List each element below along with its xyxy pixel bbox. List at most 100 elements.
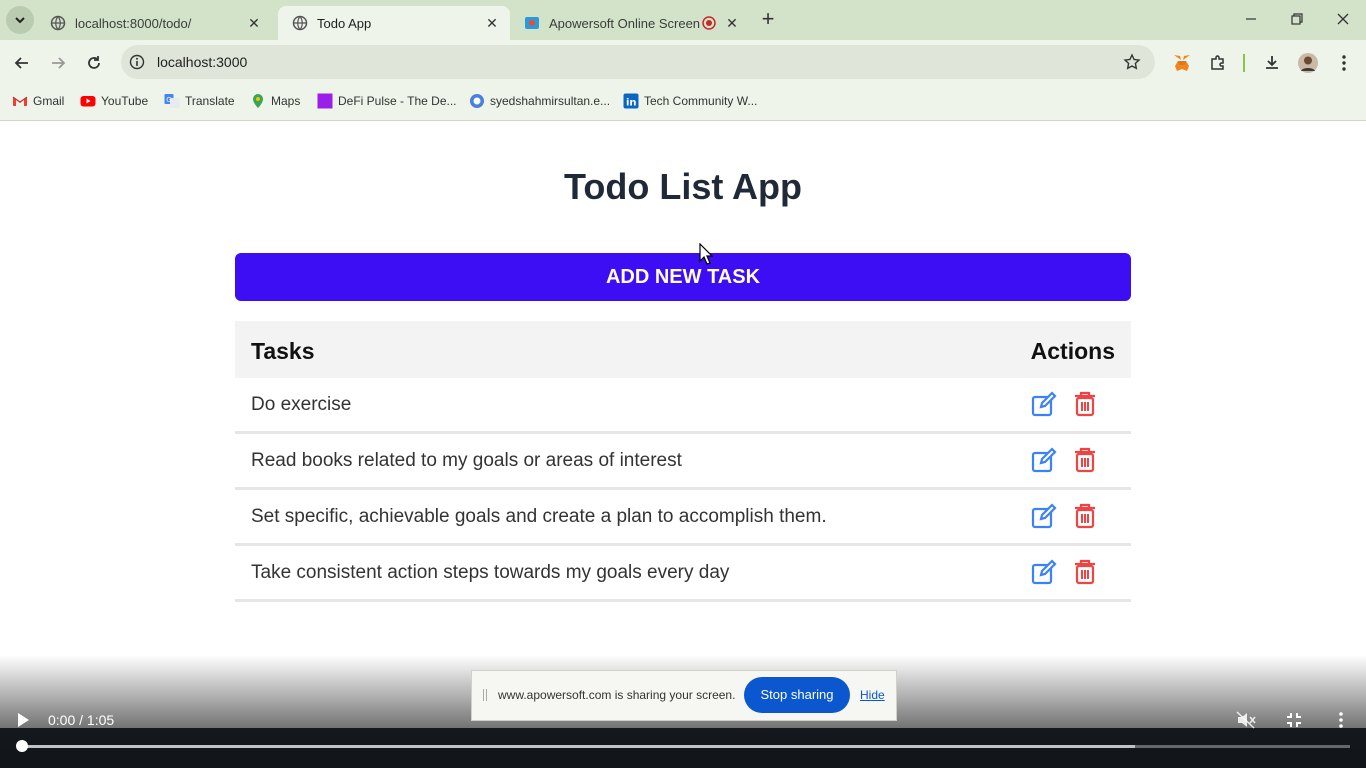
minimize-button[interactable] (1240, 8, 1262, 30)
exit-fullscreen-icon[interactable] (1286, 712, 1302, 728)
mouse-cursor-icon (699, 243, 713, 265)
close-tab-icon[interactable]: ✕ (244, 15, 264, 32)
chevron-down-icon (15, 17, 25, 24)
trash-icon[interactable] (1073, 503, 1097, 529)
bookmark-gmail[interactable]: Gmail (12, 93, 64, 109)
forward-button[interactable] (43, 48, 73, 78)
tab-title: Todo App (317, 15, 372, 31)
edit-icon[interactable] (1031, 391, 1057, 417)
address-bar[interactable]: localhost:3000 (121, 45, 1155, 79)
tab-todo-app[interactable]: Todo App ✕ (278, 6, 510, 40)
globe-icon (50, 15, 66, 31)
add-new-task-button[interactable]: ADD NEW TASK (235, 253, 1131, 301)
task-text: Read books related to my goals or areas … (251, 450, 682, 471)
extensions-button[interactable] (1203, 48, 1233, 78)
play-icon[interactable] (16, 712, 30, 728)
puzzle-icon (1211, 55, 1224, 70)
trash-icon[interactable] (1073, 391, 1097, 417)
screen-share-bar: www.apowersoft.com is sharing your scree… (471, 670, 897, 721)
page-title: Todo List App (564, 166, 802, 207)
bookmark-label: YouTube (101, 94, 149, 108)
video-more-icon[interactable] (1338, 711, 1344, 729)
close-tab-icon[interactable]: ✕ (482, 15, 502, 32)
task-text: Do exercise (251, 394, 352, 415)
profile-button[interactable] (1293, 48, 1323, 78)
back-button[interactable] (7, 48, 37, 78)
url-text: localhost:3000 (157, 54, 248, 70)
video-seek-handle[interactable] (16, 740, 28, 752)
task-row: Do exercise (235, 378, 1131, 434)
restore-icon (1291, 13, 1303, 25)
bookmark-translate[interactable]: G Translate (164, 93, 235, 109)
toolbar-divider (1243, 54, 1245, 72)
tab-title: localhost:8000/todo/ (75, 15, 192, 31)
svg-text:G: G (166, 96, 171, 104)
task-row: Set specific, achievable goals and creat… (235, 490, 1131, 546)
downloads-button[interactable] (1257, 48, 1287, 78)
metamask-extension-button[interactable] (1167, 48, 1197, 78)
stop-sharing-button[interactable]: Stop sharing (744, 677, 850, 713)
reload-icon (88, 56, 100, 69)
close-window-button[interactable] (1332, 8, 1354, 30)
maps-icon (253, 94, 263, 108)
bookmark-label: Tech Community W... (644, 94, 758, 108)
hide-link[interactable]: Hide (860, 688, 885, 702)
tasks-column-header: Tasks (251, 338, 315, 364)
bookmarks-bar: Gmail YouTube G Translate Maps DeFi Puls… (0, 85, 1366, 121)
task-row: Read books related to my goals or areas … (235, 434, 1131, 490)
task-text: Set specific, achievable goals and creat… (251, 506, 827, 527)
apowersoft-icon (525, 17, 539, 29)
defi-pulse-icon (317, 93, 333, 109)
bookmark-defi-pulse[interactable]: DeFi Pulse - The De... (317, 93, 457, 109)
download-icon (1266, 56, 1278, 69)
restore-button[interactable] (1286, 8, 1308, 30)
close-icon (1337, 13, 1349, 25)
bookmark-label: Translate (185, 94, 235, 108)
drag-handle-icon[interactable] (482, 689, 488, 701)
close-tab-icon[interactable]: ✕ (722, 15, 742, 32)
bookmark-label: Maps (271, 94, 301, 108)
site-info-icon[interactable] (129, 54, 145, 70)
tab-localhost-8000[interactable]: localhost:8000/todo/ ✕ (36, 6, 272, 40)
bookmark-label: Gmail (33, 94, 65, 108)
linkedin-icon: in (623, 93, 639, 109)
tab-title: Apowersoft Online Screen R (549, 15, 702, 31)
translate-icon: G (164, 94, 180, 108)
new-tab-button[interactable]: + (757, 8, 779, 30)
svg-text:in: in (626, 98, 637, 109)
tab-strip: localhost:8000/todo/ ✕ Todo App ✕ Apower… (0, 0, 1366, 40)
actions-column-header: Actions (1030, 338, 1115, 364)
edit-icon[interactable] (1031, 503, 1057, 529)
video-buffered-bar (22, 745, 1135, 748)
tab-apowersoft[interactable]: Apowersoft Online Screen R ✕ (510, 6, 750, 40)
bookmark-label: DeFi Pulse - The De... (338, 94, 457, 108)
trash-icon[interactable] (1073, 447, 1097, 473)
gmail-icon (12, 96, 28, 106)
edit-icon[interactable] (1031, 447, 1057, 473)
arrow-right-icon (52, 57, 66, 69)
bookmark-maps[interactable]: Maps (250, 93, 300, 109)
more-vertical-icon (1342, 55, 1346, 71)
trash-icon[interactable] (1073, 559, 1097, 585)
bookmark-tech-community[interactable]: in Tech Community W... (623, 93, 757, 109)
arrow-left-icon (14, 57, 28, 69)
minimize-icon (1246, 18, 1256, 20)
bookmark-label: syedshahmirsultan.e... (490, 94, 611, 108)
windows-taskbar-background (0, 728, 1366, 768)
bookmark-syedshahmirsultan[interactable]: syedshahmirsultan.e... (469, 93, 610, 109)
task-text: Take consistent action steps towards my … (251, 562, 730, 583)
menu-button[interactable] (1329, 48, 1359, 78)
bookmark-youtube[interactable]: YouTube (80, 93, 148, 109)
tab-search-button[interactable] (6, 6, 34, 34)
muted-volume-icon[interactable] (1236, 711, 1256, 729)
task-table-header: Tasks Actions (235, 321, 1131, 378)
star-icon[interactable] (1123, 53, 1141, 71)
edit-icon[interactable] (1031, 559, 1057, 585)
metamask-fox-icon (1174, 55, 1190, 71)
task-row: Take consistent action steps towards my … (235, 546, 1131, 602)
browser-toolbar: localhost:3000 (0, 40, 1366, 85)
share-status-text: www.apowersoft.com is sharing your scree… (498, 688, 736, 702)
reload-button[interactable] (79, 48, 109, 78)
avatar (1298, 53, 1318, 73)
recording-icon (702, 16, 716, 30)
